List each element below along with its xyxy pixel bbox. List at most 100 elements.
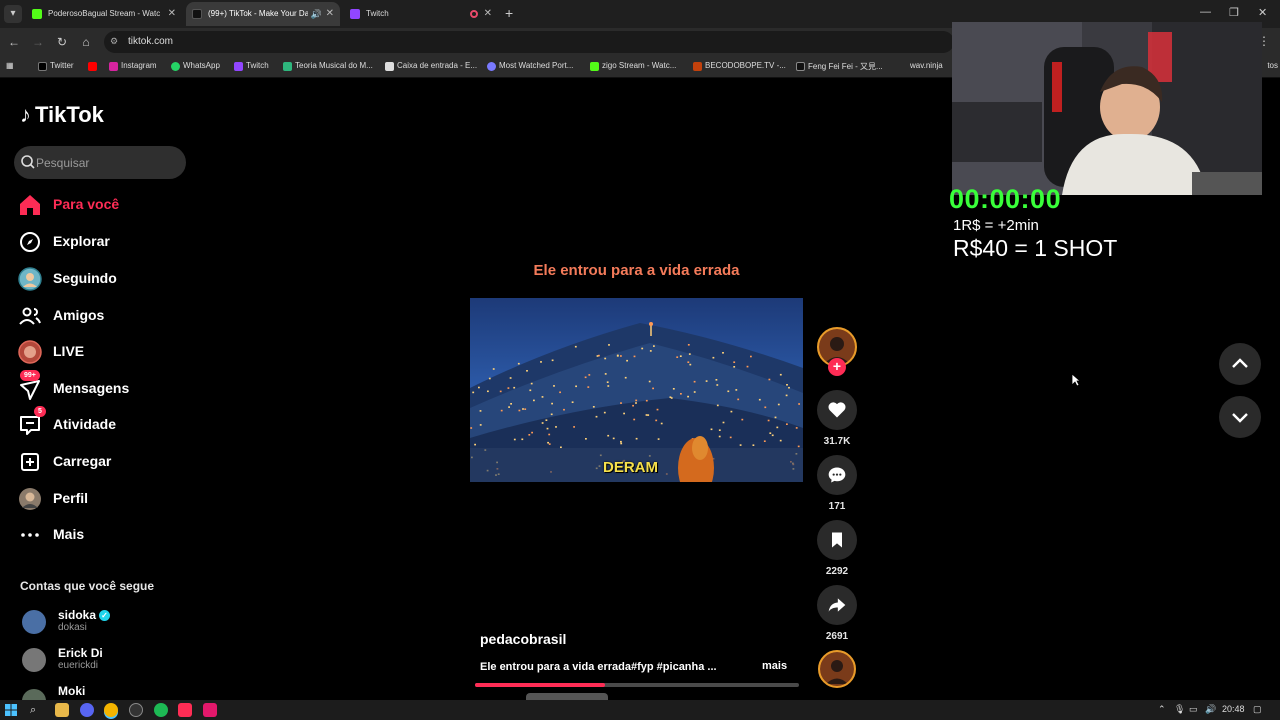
nav-mensagens[interactable]: 99+ Mensagens	[18, 370, 188, 402]
tiktok-logo[interactable]: ♪ TikTok	[20, 102, 104, 128]
more-link[interactable]: mais	[762, 660, 787, 672]
window-light	[574, 345, 577, 348]
nav-live[interactable]: LIVE	[18, 339, 188, 365]
chrome-icon[interactable]	[104, 703, 118, 717]
spotify-icon[interactable]	[154, 703, 168, 717]
video-description: Ele entrou para a vida errada#fyp #pican…	[480, 661, 717, 673]
bookmark-becodobope[interactable]: BECODOBOPE.TV -...	[693, 61, 786, 71]
search-taskbar-icon[interactable]: ⌕	[30, 703, 44, 717]
nav-seguindo[interactable]: Seguindo	[18, 266, 188, 292]
new-tab-button[interactable]: +	[505, 4, 519, 22]
window-light	[624, 376, 627, 379]
follow-plus-button[interactable]: +	[828, 358, 846, 376]
like-button[interactable]	[817, 390, 857, 430]
obs-icon[interactable]	[129, 703, 143, 717]
forward-arrow-icon[interactable]: →	[30, 34, 46, 50]
microphone-icon[interactable]: 🎙	[1174, 704, 1185, 715]
back-arrow-icon[interactable]: ←	[6, 34, 22, 50]
apps-grid-icon[interactable]: ▦	[6, 61, 14, 70]
bookmark-label: Instagram	[121, 61, 157, 70]
close-tab-icon[interactable]: ✕	[168, 2, 176, 26]
nav-para-voce[interactable]: Para você	[18, 192, 188, 218]
window-light	[722, 352, 724, 354]
more-dots-icon	[21, 533, 39, 537]
speaker-icon[interactable]: 🔊	[311, 2, 322, 26]
clock-time[interactable]: 20:48	[1222, 704, 1245, 714]
window-light	[474, 443, 476, 446]
bookmark-twitter[interactable]: Twitter	[38, 61, 74, 71]
network-icon[interactable]: ▭	[1189, 704, 1198, 715]
video-progress-bar[interactable]	[475, 683, 799, 687]
bookmark-instagram[interactable]: Instagram	[109, 61, 157, 71]
tab-twitch[interactable]: Twitch ✕	[344, 2, 498, 26]
kick-icon	[590, 62, 599, 71]
close-tab-icon[interactable]: ✕	[484, 2, 492, 26]
nav-explorar[interactable]: Explorar	[18, 229, 188, 255]
nav-label: Seguindo	[53, 270, 117, 286]
window-light	[767, 419, 770, 422]
window-light	[779, 373, 782, 376]
following-account-erick-di[interactable]: Erick Di euerickdi	[22, 646, 192, 674]
windows-start-icon[interactable]	[5, 703, 19, 717]
tab-search-dropdown[interactable]: ▾	[4, 5, 22, 23]
tab-title: (99+) TikTok - Make Your Da	[208, 9, 308, 18]
next-video-button[interactable]	[1219, 396, 1261, 438]
bookmark-most-watched[interactable]: Most Watched Port...	[487, 61, 573, 71]
window-light	[785, 394, 788, 397]
site-info-icon[interactable]: ⚙	[110, 36, 118, 47]
tray-chevron-up-icon[interactable]: ⌃	[1158, 704, 1166, 715]
window-light	[657, 438, 660, 440]
tab-poderosobagual[interactable]: PoderosoBagual Stream - Watc ✕	[26, 2, 182, 26]
video-player[interactable]	[470, 298, 803, 482]
nav-amigos[interactable]: Amigos	[18, 303, 188, 329]
restore-icon[interactable]: ❐	[1229, 6, 1239, 19]
sound-disc[interactable]	[818, 650, 856, 688]
notifications-icon[interactable]: ▢	[1253, 704, 1262, 715]
window-light	[603, 411, 606, 414]
close-tab-icon[interactable]: ✕	[326, 2, 334, 26]
search-input[interactable]	[36, 146, 176, 179]
bookmark-twitch[interactable]: Twitch	[234, 61, 269, 71]
window-light	[735, 389, 738, 391]
tab-tiktok[interactable]: (99+) TikTok - Make Your Da 🔊 ✕	[186, 2, 340, 26]
nav-mais[interactable]: Mais	[18, 522, 188, 548]
window-light	[687, 395, 689, 398]
file-explorer-icon[interactable]	[55, 703, 69, 717]
previous-video-button[interactable]	[1219, 343, 1261, 385]
scroll-handle[interactable]	[526, 693, 608, 700]
share-button[interactable]	[817, 585, 857, 625]
reload-icon[interactable]: ↻	[54, 34, 70, 50]
window-light	[733, 366, 736, 368]
following-account-sidoka[interactable]: sidoka ✓ dokasi	[22, 608, 192, 636]
nav-perfil[interactable]: Perfil	[18, 486, 188, 512]
close-window-icon[interactable]: ✕	[1258, 6, 1267, 19]
comment-button[interactable]	[817, 455, 857, 495]
volume-icon[interactable]: 🔊	[1205, 704, 1216, 715]
video-author[interactable]: pedacobrasil	[480, 631, 566, 647]
nav-atividade[interactable]: 5 Atividade	[18, 406, 188, 438]
bookmark-caixa-entrada[interactable]: Caixa de entrada - E...	[385, 61, 477, 71]
profile-avatar-icon	[19, 488, 41, 510]
following-account-moki[interactable]: Moki	[22, 684, 192, 700]
all-bookmarks-label[interactable]: tos	[1267, 61, 1278, 70]
nav-carregar[interactable]: Carregar	[18, 449, 188, 475]
media-player-icon[interactable]	[178, 703, 192, 717]
save-button[interactable]	[817, 520, 857, 560]
url-field[interactable]: ⚙ tiktok.com	[104, 31, 954, 53]
bookmark-wav-ninja[interactable]: wav.ninja	[898, 61, 943, 70]
window-light	[540, 361, 542, 363]
following-avatar-icon	[18, 267, 42, 291]
bookmark-feng-fei-fei[interactable]: Feng Fei Fei - 又見...	[796, 61, 883, 72]
bookmark-label: wav.ninja	[910, 61, 943, 70]
window-light	[470, 427, 473, 429]
window-light	[764, 406, 767, 409]
bookmark-teoria-musical[interactable]: Teoria Musical do M...	[283, 61, 373, 71]
bookmark-whatsapp[interactable]: WhatsApp	[171, 61, 220, 71]
window-light	[571, 401, 574, 403]
window-light	[710, 428, 713, 431]
discord-icon[interactable]	[80, 703, 94, 717]
minimize-icon[interactable]: —	[1200, 6, 1211, 18]
home-icon[interactable]: ⌂	[78, 34, 94, 50]
bookmark-zigo-stream[interactable]: zigo Stream - Watc...	[590, 61, 676, 71]
app-icon[interactable]	[203, 703, 217, 717]
